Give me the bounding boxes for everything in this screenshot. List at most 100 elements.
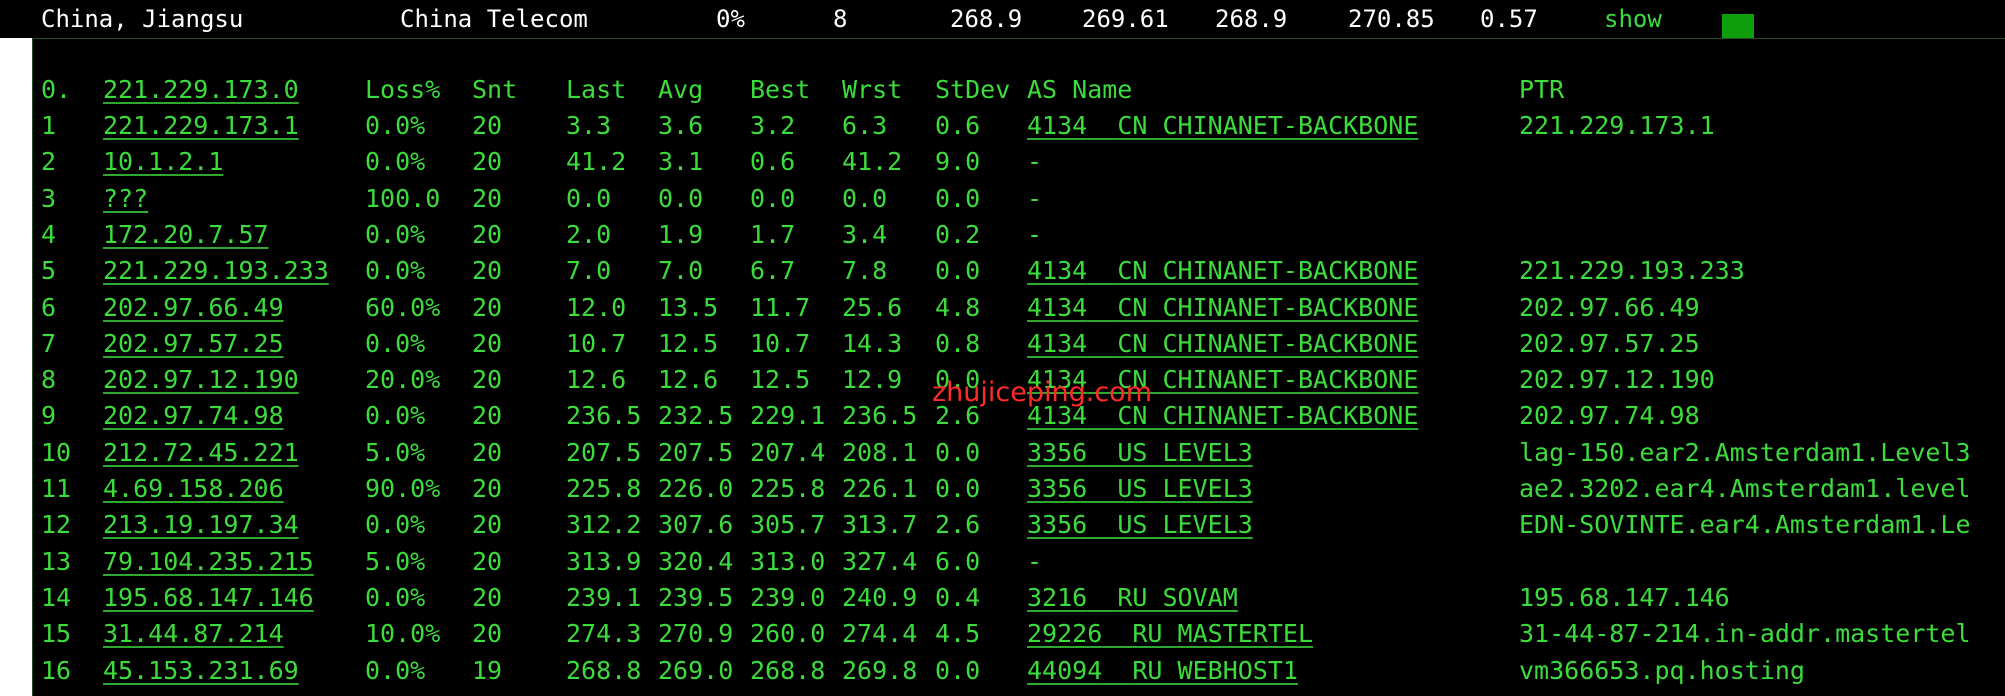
as-name-link[interactable]: 3216 RU SOVAM (1027, 580, 1238, 616)
header-stdev: StDev (935, 75, 1011, 104)
stdev-cell: 2.6 (935, 510, 981, 540)
stdev-cell: 2.6 (935, 401, 981, 431)
sent-cell: 20 (472, 365, 503, 395)
avg-cell: 226.0 (658, 474, 734, 503)
hop-number: 2 (41, 147, 57, 177)
as-name-link[interactable]: 4134 CN CHINANET-BACKBONE (1027, 362, 1418, 398)
header-avg: Avg (658, 75, 704, 104)
avg-cell: 3.1 (658, 147, 704, 177)
header-snt: Snt (472, 75, 518, 104)
host-link[interactable]: 221.229.193.233 (103, 253, 329, 289)
host-link[interactable]: 202.97.57.25 (103, 326, 284, 362)
best-cell: 229.1 (750, 401, 826, 431)
table-row: 5 221.229.193.233 0.0% 20 7.0 7.0 6.7 7.8 0.0 221… (33, 253, 2005, 289)
table-row: 16 45.153.231.69 0.0% 19 268.8 269.0 268.8 269.… (33, 653, 2005, 689)
as-org: CHINANET-BACKBONE (1162, 401, 1419, 431)
host-link[interactable]: ??? (103, 181, 148, 217)
as-number: 29226 (1027, 619, 1103, 649)
stdev-cell: 4.8 (935, 292, 981, 322)
as-name-link[interactable]: 3356 US LEVEL3 (1027, 471, 1253, 507)
worst-cell: 240.9 (842, 582, 918, 612)
hop-number: 6 (41, 292, 57, 322)
as-name-link[interactable]: 4134 CN CHINANET-BACKBONE (1027, 253, 1418, 289)
worst-cell: 269.8 (842, 655, 918, 685)
as-name-link[interactable]: 4134 CN CHINANET-BACKBONE (1027, 398, 1418, 434)
ptr-cell: lag-150.ear2.Amsterdam1.Level3 (1519, 437, 1971, 467)
last-cell: 312.2 (566, 510, 642, 540)
host-link[interactable]: 213.19.197.34 (103, 507, 299, 543)
stdev-cell: 0.8 (935, 328, 981, 358)
avg-cell: 232.5 (658, 401, 734, 431)
loss-cell: 0.0% (365, 256, 426, 286)
host-link[interactable]: 202.97.74.98 (103, 398, 284, 434)
as-name-link[interactable]: 3356 US LEVEL3 (1027, 507, 1253, 543)
loss-cell: 0.0% (365, 401, 426, 431)
loss-cell: 60.0% (365, 292, 441, 322)
avg-cell: 7.0 (658, 256, 704, 286)
mtr-terminal: 0. 221.229.173.0 Loss% Snt Last Avg Best… (32, 38, 2005, 696)
host-link[interactable]: 10.1.2.1 (103, 144, 223, 180)
header-host-link[interactable]: 221.229.173.0 (103, 72, 299, 108)
header-best: Best (750, 75, 811, 104)
last-cell: 2.0 (566, 219, 612, 249)
as-org: LEVEL3 (1162, 510, 1253, 540)
sent-cell: 20 (472, 437, 503, 467)
summary-loss: 0% (716, 5, 745, 33)
stdev-cell: 0.4 (935, 582, 981, 612)
as-number: 4134 (1027, 401, 1088, 431)
as-name-link[interactable]: 4134 CN CHINANET-BACKBONE (1027, 326, 1418, 362)
summary-avg: 269.61 (1082, 5, 1169, 33)
host-link[interactable]: 212.72.45.221 (103, 435, 299, 471)
header-hop: 0. (41, 75, 72, 104)
stdev-cell: 0.0 (935, 474, 981, 503)
last-cell: 225.8 (566, 474, 642, 503)
as-name-link[interactable]: 4134 CN CHINANET-BACKBONE (1027, 290, 1418, 326)
host-link[interactable]: 172.20.7.57 (103, 217, 269, 253)
hop-number: 7 (41, 328, 57, 358)
hop-number: 4 (41, 219, 57, 249)
best-cell: 1.7 (750, 219, 796, 249)
as-name-link[interactable]: 44094 RU WEBHOST1 (1027, 653, 1298, 689)
hop-number: 15 (41, 619, 72, 649)
hop-number: 3 (41, 183, 57, 213)
host-link[interactable]: 195.68.147.146 (103, 580, 314, 616)
loss-cell: 0.0% (365, 655, 426, 685)
host-link[interactable]: 4.69.158.206 (103, 471, 284, 507)
table-row: 2 10.1.2.1 0.0% 20 41.2 3.1 0.6 41.2 9.0 - (33, 144, 2005, 180)
stdev-cell: 0.0 (935, 655, 981, 685)
host-link[interactable]: 79.104.235.215 (103, 544, 314, 580)
summary-stdev: 0.57 (1480, 5, 1538, 33)
host-link[interactable]: 202.97.12.190 (103, 362, 299, 398)
table-row: 11 4.69.158.206 90.0% 20 225.8 226.0 225.8 226.… (33, 471, 2005, 507)
as-number: - (1027, 219, 1043, 249)
worst-cell: 226.1 (842, 474, 918, 503)
status-indicator (1722, 14, 1754, 38)
summary-location: China, Jiangsu (41, 5, 244, 33)
as-org: CHINANET-BACKBONE (1162, 256, 1419, 286)
as-name-link[interactable]: 29226 RU MASTERTEL (1027, 616, 1313, 652)
worst-cell: 327.4 (842, 546, 918, 576)
last-cell: 7.0 (566, 256, 612, 286)
worst-cell: 41.2 (842, 147, 903, 177)
best-cell: 0.6 (750, 147, 796, 177)
hop-number: 11 (41, 474, 72, 503)
show-link[interactable]: show (1604, 4, 1662, 34)
sent-cell: 20 (472, 582, 503, 612)
as-name-link[interactable]: 3356 US LEVEL3 (1027, 435, 1253, 471)
as-name-link[interactable]: 4134 CN CHINANET-BACKBONE (1027, 108, 1418, 144)
worst-cell: 14.3 (842, 328, 903, 358)
stdev-cell: 0.6 (935, 111, 981, 140)
header-loss: Loss% (365, 75, 441, 104)
hop-number: 1 (41, 111, 57, 140)
host-link[interactable]: 45.153.231.69 (103, 653, 299, 689)
sent-cell: 20 (472, 147, 503, 177)
table-row: 15 31.44.87.214 10.0% 20 274.3 270.9 260.0 274.… (33, 616, 2005, 652)
host-link[interactable]: 221.229.173.1 (103, 108, 299, 144)
host-link[interactable]: 31.44.87.214 (103, 616, 284, 652)
as-number: 4134 (1027, 365, 1088, 395)
sent-cell: 20 (472, 546, 503, 576)
stdev-cell: 0.0 (935, 437, 981, 467)
host-link[interactable]: 202.97.66.49 (103, 290, 284, 326)
sent-cell: 20 (472, 510, 503, 540)
as-number: 4134 (1027, 111, 1088, 140)
